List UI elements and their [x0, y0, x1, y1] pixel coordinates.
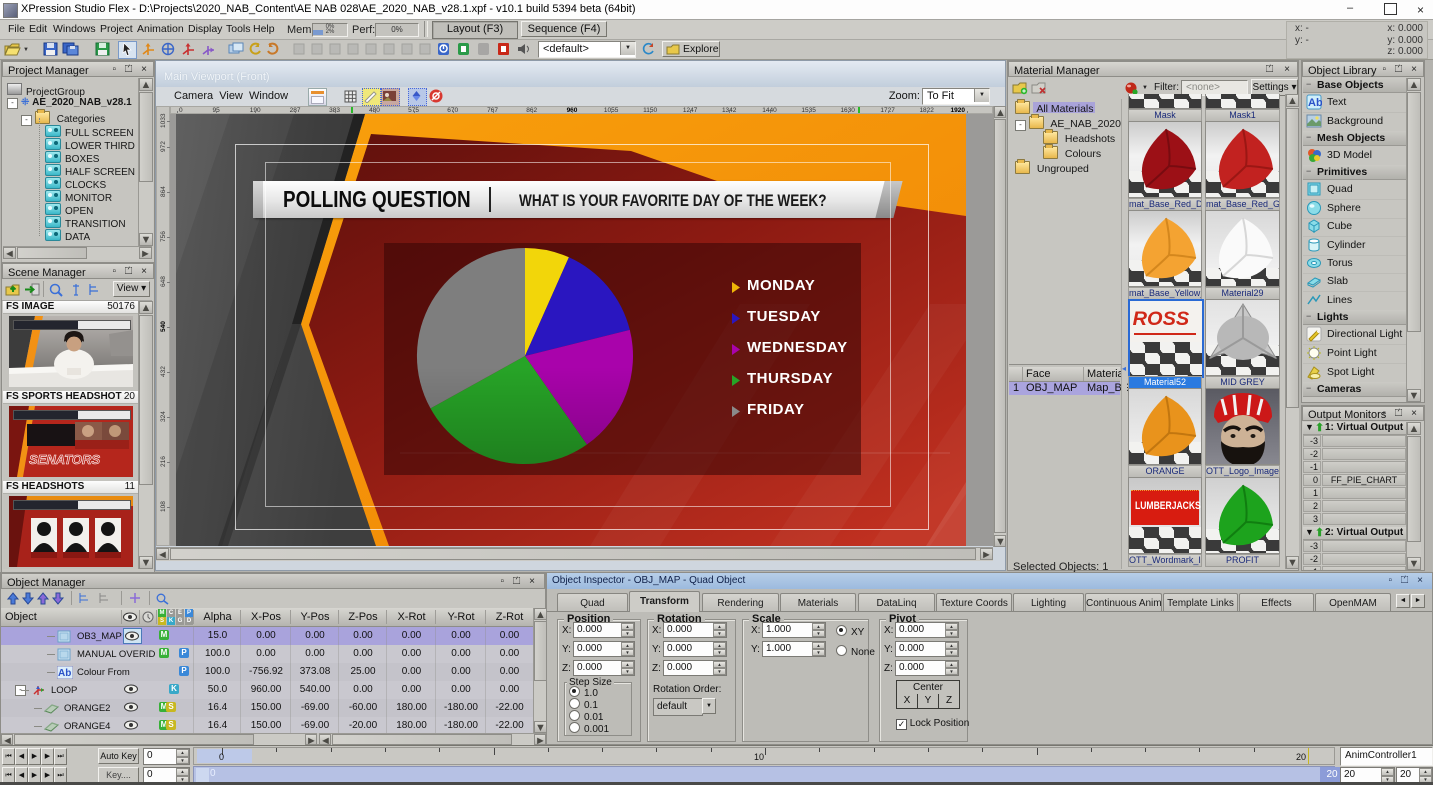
svg-text:SENATORS: SENATORS [29, 452, 100, 467]
svg-text:Ab: Ab [1308, 97, 1322, 109]
svg-text:Ab: Ab [58, 668, 71, 679]
